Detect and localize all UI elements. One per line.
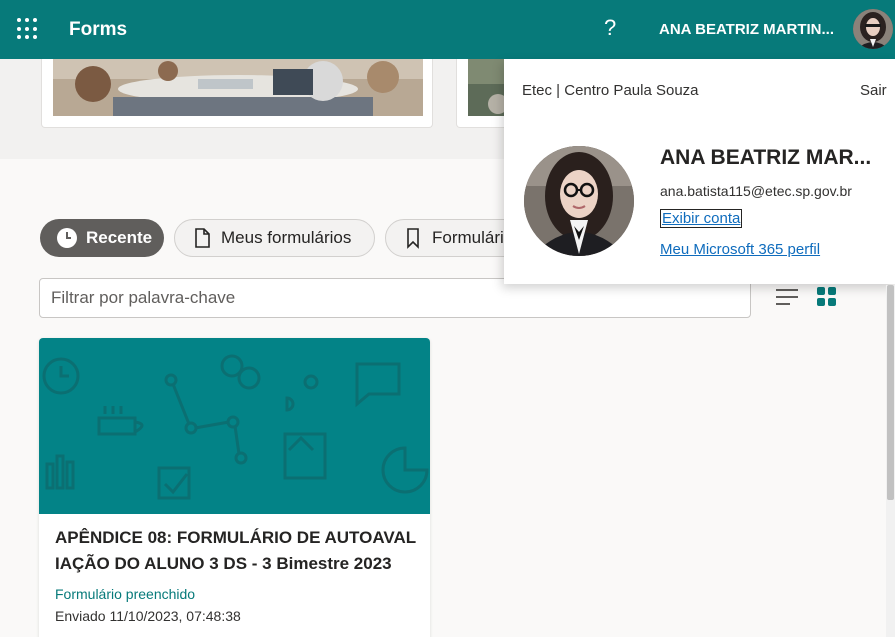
avatar[interactable]: [853, 9, 893, 49]
tab-my-forms[interactable]: Meus formulários: [174, 219, 375, 257]
scrollbar-thumb[interactable]: [887, 285, 894, 500]
organization-name: Etec | Centro Paula Souza: [522, 82, 699, 99]
document-icon: [191, 227, 213, 249]
form-sent-date: Enviado 11/10/2023, 07:48:38: [55, 608, 241, 624]
form-status: Formulário preenchido: [55, 586, 196, 602]
sign-out-button[interactable]: Sair: [860, 82, 887, 99]
form-card[interactable]: APÊNDICE 08: FORMULÁRIO DE AUTOAVALIAÇÃO…: [39, 338, 430, 637]
clock-icon: [56, 227, 78, 249]
avatar-large: [524, 146, 634, 256]
template-image: [53, 59, 423, 116]
help-icon[interactable]: ?: [604, 15, 616, 41]
account-email: ana.batista115@etec.sp.gov.br: [660, 183, 852, 199]
top-bar: Forms ? ANA BEATRIZ MARTIN...: [0, 0, 895, 59]
form-title: APÊNDICE 08: FORMULÁRIO DE AUTOAVALIAÇÃO…: [55, 528, 417, 573]
view-account-link[interactable]: Exibir conta: [660, 209, 743, 228]
account-display-name: ANA BEATRIZ MAR...: [660, 146, 872, 169]
account-panel: Etec | Centro Paula Souza Sair ANA BEATR…: [504, 59, 895, 284]
tab-recent[interactable]: Recente: [40, 219, 164, 257]
list-view-icon[interactable]: [776, 288, 798, 306]
grid-view-icon[interactable]: [817, 287, 837, 307]
form-banner: [39, 338, 430, 514]
app-title[interactable]: Forms: [69, 19, 127, 41]
filter-input[interactable]: [39, 278, 751, 318]
tab-label: Meus formulários: [221, 228, 352, 247]
bookmark-icon: [402, 227, 424, 249]
template-card[interactable]: [41, 59, 433, 128]
app-launcher-icon[interactable]: [17, 18, 39, 40]
tab-label: Recente: [86, 228, 153, 247]
account-name-button[interactable]: ANA BEATRIZ MARTIN...: [659, 21, 834, 38]
m365-profile-link[interactable]: Meu Microsoft 365 perfil: [660, 241, 820, 258]
